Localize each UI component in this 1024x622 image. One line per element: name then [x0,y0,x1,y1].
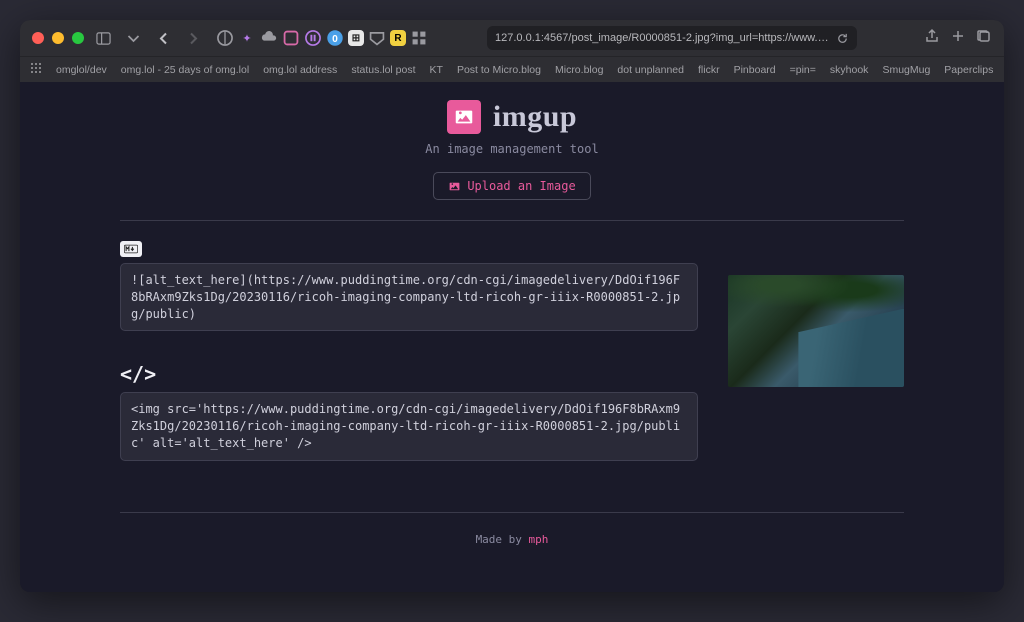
chevron-down-icon[interactable] [122,27,144,49]
minimize-window-button[interactable] [52,32,64,44]
close-window-button[interactable] [32,32,44,44]
divider [120,220,904,221]
reload-icon[interactable] [836,32,849,45]
ext-icon-3[interactable]: R [390,30,406,46]
markdown-snippet-box[interactable] [120,263,698,331]
url-text: 127.0.0.1:4567/post_image/R0000851-2.jpg… [495,32,830,44]
bookmark-item[interactable]: Paperclips [944,64,993,76]
address-bar[interactable]: 127.0.0.1:4567/post_image/R0000851-2.jpg… [487,26,857,50]
new-tab-icon[interactable] [950,28,966,49]
image-preview [728,275,904,387]
image-icon [448,180,461,193]
bookmark-item[interactable]: status.lol post [351,64,415,76]
bookmark-item[interactable]: Micro.blog [555,64,603,76]
onepassword-icon[interactable]: 0 [326,29,344,47]
bookmark-item[interactable]: skyhook [830,64,869,76]
upload-image-button[interactable]: Upload an Image [433,172,590,200]
sidebar-toggle-icon[interactable] [92,27,114,49]
page-content: imgup An image management tool Upload an… [20,82,1004,592]
titlebar: ✦ 0 ⊞ R 127.0.0.1:4567/post_image/R00008… [20,20,1004,56]
bookmark-item[interactable]: flickr [698,64,720,76]
shield-icon[interactable] [216,29,234,47]
grid-icon[interactable] [410,29,428,47]
markdown-icon [120,241,142,257]
apps-icon[interactable] [30,62,42,77]
bookmark-item[interactable]: SmugMug [882,64,930,76]
footer: Made by mph [20,533,1004,546]
browser-window: ✦ 0 ⊞ R 127.0.0.1:4567/post_image/R00008… [20,20,1004,592]
rocket-icon[interactable]: ✦ [238,29,256,47]
footer-author-link[interactable]: mph [529,533,549,546]
maximize-window-button[interactable] [72,32,84,44]
forward-button[interactable] [182,27,204,49]
html-snippet-box[interactable] [120,392,698,460]
app-title: imgup [493,100,577,134]
upload-button-label: Upload an Image [467,179,575,193]
svg-text:0: 0 [332,34,338,45]
share-icon[interactable] [924,28,940,49]
bookmark-item[interactable]: KT [430,64,443,76]
tabs-icon[interactable] [976,28,992,49]
bookmark-item[interactable]: omglol/dev [56,64,107,76]
bookmarks-bar: omglol/dev omg.lol - 25 days of omg.lol … [20,56,1004,82]
bookmark-item[interactable]: omg.lol address [263,64,337,76]
cloud-icon[interactable] [260,29,278,47]
pocket-icon[interactable] [368,29,386,47]
traffic-lights [32,32,84,44]
html-code-icon: </> [120,362,698,386]
back-button[interactable] [152,27,174,49]
ext-icon-1[interactable] [282,29,300,47]
ext-icon-2[interactable]: ⊞ [348,30,364,46]
bookmark-item[interactable]: Post to Micro.blog [457,64,541,76]
footer-prefix: Made by [476,533,529,546]
extension-icons: ✦ 0 ⊞ R [216,29,428,47]
pause-icon[interactable] [304,29,322,47]
app-header: imgup An image management tool Upload an… [20,100,1004,200]
app-tagline: An image management tool [20,142,1004,156]
bookmark-item[interactable]: Pinboard [734,64,776,76]
divider [120,512,904,513]
bookmark-item[interactable]: omg.lol - 25 days of omg.lol [121,64,249,76]
bookmark-item[interactable]: =pin= [790,64,816,76]
app-logo-icon [447,100,481,134]
bookmark-item[interactable]: dot unplanned [617,64,684,76]
